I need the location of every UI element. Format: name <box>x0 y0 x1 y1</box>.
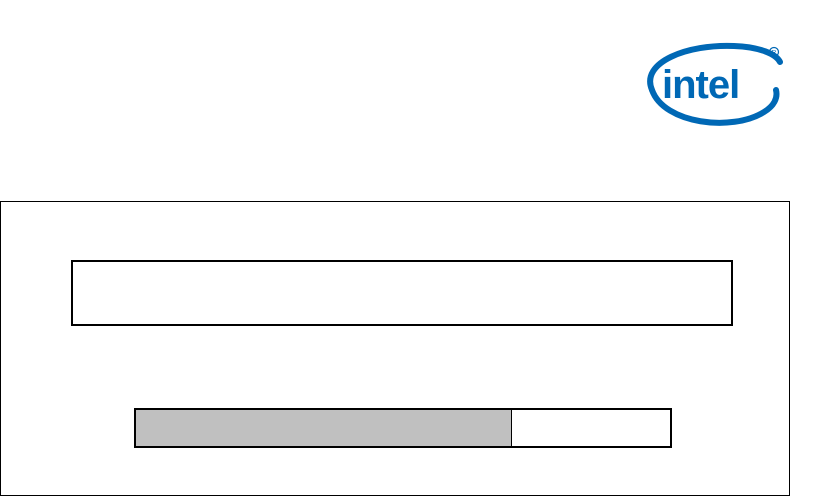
progress-dialog <box>0 201 790 496</box>
progress-bar <box>134 408 672 448</box>
status-message-box <box>71 260 733 326</box>
progress-bar-fill <box>136 410 513 446</box>
svg-text:R: R <box>772 50 777 57</box>
intel-wordmark: intel <box>662 63 739 107</box>
intel-logo: intel R <box>636 36 786 132</box>
intel-logo-icon: intel R <box>647 42 783 126</box>
